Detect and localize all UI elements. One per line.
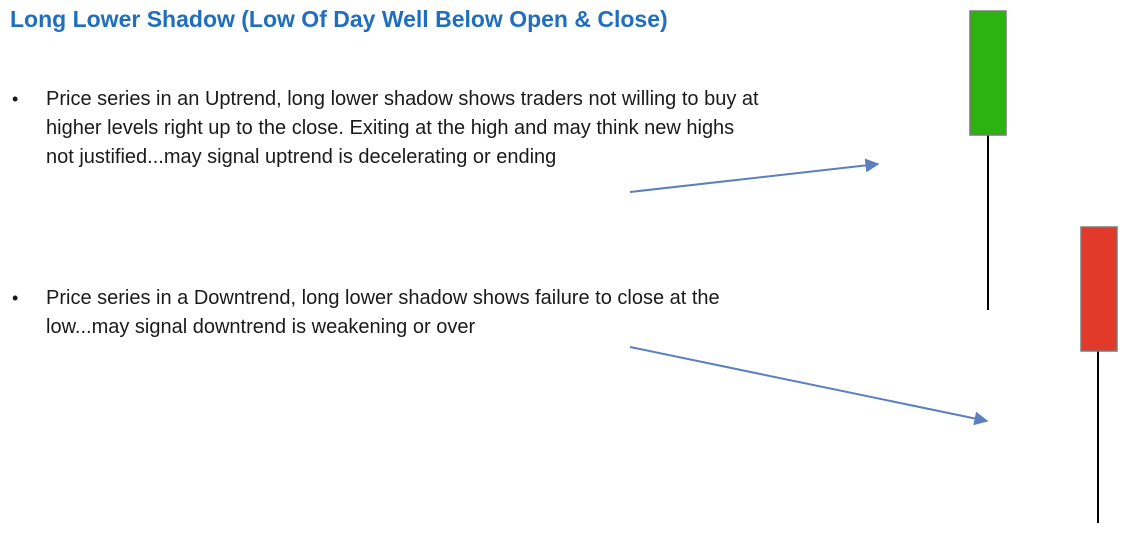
bullet-downtrend: • Price series in a Downtrend, long lowe… — [10, 284, 770, 342]
bullet-downtrend-text: Price series in a Downtrend, long lower … — [46, 287, 720, 338]
bullish-candle-body — [969, 10, 1007, 136]
slide-title: Long Lower Shadow (Low Of Day Well Below… — [10, 6, 668, 32]
downtrend-pointer-arrow — [629, 346, 989, 426]
bullet-marker: • — [12, 288, 19, 308]
candlestick-diagram — [629, 10, 1118, 523]
bearish-candle — [1080, 226, 1118, 523]
bullet-uptrend-text: Price series in an Uptrend, long lower s… — [46, 88, 759, 168]
bullet-uptrend: • Price series in an Uptrend, long lower… — [10, 85, 770, 172]
bullet-marker: • — [12, 89, 19, 109]
bearish-candle-body — [1080, 226, 1118, 352]
bullish-candle — [969, 10, 1007, 310]
